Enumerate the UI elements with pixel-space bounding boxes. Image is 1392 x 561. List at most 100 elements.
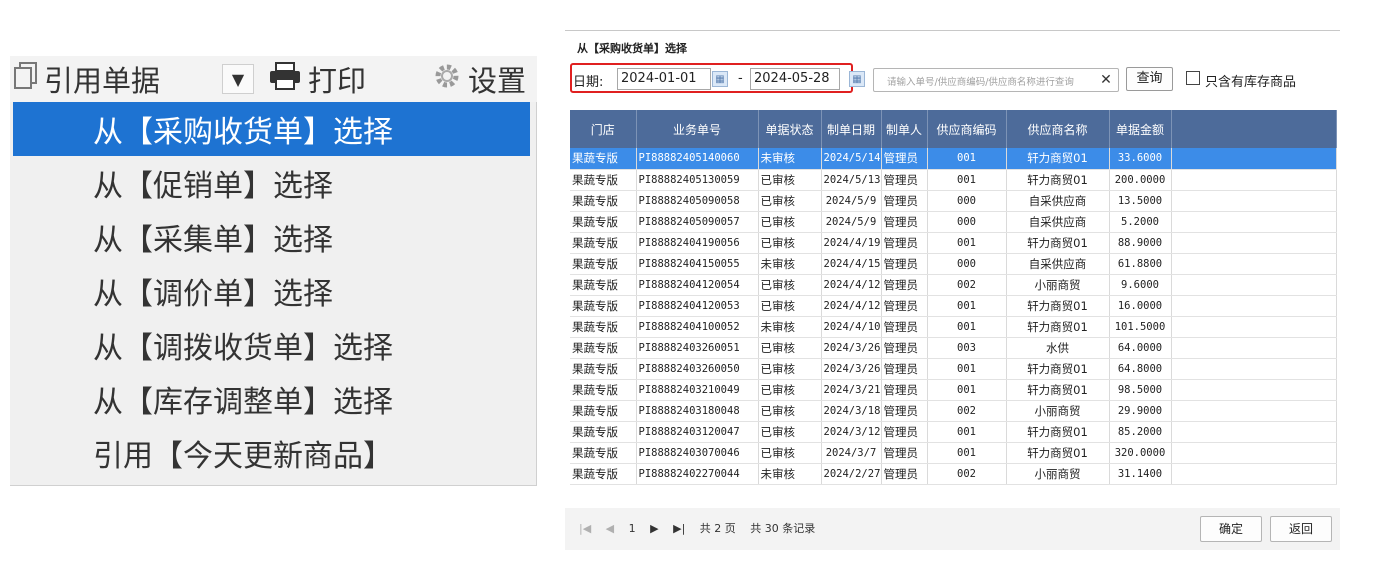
menu-item-transfer-receipt[interactable]: 从【调拨收货单】选择 — [13, 318, 530, 372]
cell-store: 果蔬专版 — [570, 253, 637, 275]
cell-document-no: PI88882404100052 — [636, 316, 759, 338]
cell-amount: 101.5000 — [1109, 316, 1172, 338]
cell-store: 果蔬专版 — [570, 190, 637, 212]
first-page-icon[interactable]: |◀ — [579, 522, 591, 535]
cell-supplier-code: 000 — [927, 253, 1007, 275]
cell-supplier-code: 003 — [927, 337, 1007, 359]
print-button[interactable]: 打印 — [268, 56, 366, 102]
column-header[interactable]: 单据金额 — [1109, 110, 1172, 148]
cell-store: 果蔬专版 — [570, 295, 637, 317]
table-row[interactable]: 果蔬专版 PI88882402270044 未审核 2024/2/27 管理员 002 小丽… — [570, 463, 1337, 485]
column-header[interactable]: 门店 — [570, 110, 637, 148]
cell-supplier-name: 自采供应商 — [1006, 190, 1110, 212]
cell-store: 果蔬专版 — [570, 316, 637, 338]
cell-supplier-code: 001 — [927, 295, 1007, 317]
cell-date: 2024/4/12 — [821, 274, 882, 296]
cell-status: 已审核 — [758, 190, 822, 212]
cell-creator: 管理员 — [881, 421, 928, 443]
previous-page-icon[interactable]: ◀ — [606, 522, 614, 535]
cell-document-no: PI88882404190056 — [636, 232, 759, 254]
cell-status: 未审核 — [758, 253, 822, 275]
menu-item-promotion[interactable]: 从【促销单】选择 — [13, 156, 530, 210]
cell-supplier-code: 001 — [927, 442, 1007, 464]
cell-date: 2024/3/21 — [821, 379, 882, 401]
table-row[interactable]: 果蔬专版 PI88882404120054 已审核 2024/4/12 管理员 002 小丽… — [570, 274, 1337, 296]
table-row[interactable]: 果蔬专版 PI88882404120053 已审核 2024/4/12 管理员 001 轩力… — [570, 295, 1337, 317]
cell-store: 果蔬专版 — [570, 169, 637, 191]
print-label: 打印 — [308, 64, 367, 98]
column-header[interactable]: 业务单号 — [636, 110, 759, 148]
cell-supplier-name: 小丽商贸 — [1006, 274, 1110, 296]
column-header[interactable]: 供应商名称 — [1006, 110, 1110, 148]
table-row[interactable]: 果蔬专版 PI88882403260050 已审核 2024/3/26 管理员 001 轩力… — [570, 358, 1337, 380]
cell-supplier-name: 小丽商贸 — [1006, 400, 1110, 422]
cell-status: 已审核 — [758, 337, 822, 359]
column-header[interactable]: 单据状态 — [758, 110, 822, 148]
calendar-icon[interactable]: ▦ — [849, 71, 865, 87]
column-header[interactable]: 供应商编码 — [927, 110, 1007, 148]
table-row[interactable]: 果蔬专版 PI88882404150055 未审核 2024/4/15 管理员 000 自采… — [570, 253, 1337, 275]
column-header[interactable]: 制单日期 — [821, 110, 882, 148]
table-row[interactable]: 果蔬专版 PI88882403210049 已审核 2024/3/21 管理员 001 轩力… — [570, 379, 1337, 401]
quote-dropdown-arrow[interactable]: ▼ — [222, 64, 254, 94]
table-row[interactable]: 果蔬专版 PI88882404190056 已审核 2024/4/19 管理员 001 轩力… — [570, 232, 1337, 254]
cell-status: 已审核 — [758, 211, 822, 233]
menu-item-price-adjustment[interactable]: 从【调价单】选择 — [13, 264, 530, 318]
cell-document-no: PI88882403260051 — [636, 337, 759, 359]
back-button[interactable]: 返回 — [1270, 516, 1332, 542]
cell-amount: 64.8000 — [1109, 358, 1172, 380]
stock-only-checkbox[interactable] — [1186, 71, 1200, 85]
cell-supplier-code: 001 — [927, 421, 1007, 443]
date-from-input[interactable]: 2024-01-01 — [617, 68, 711, 90]
table-row[interactable]: 果蔬专版 PI88882405130059 已审核 2024/5/13 管理员 001 轩力… — [570, 169, 1337, 191]
total-pages-text: 共 2 页 — [699, 522, 736, 535]
quote-menu-panel: 引用单据 ▼ 打印 设置 从【采购收货单】选择 从【促销单】选择 从【采集单】选… — [10, 56, 537, 486]
settings-button[interactable]: 设置 — [432, 56, 526, 102]
quote-document-button[interactable]: 引用单据 — [14, 56, 160, 102]
table-row[interactable]: 果蔬专版 PI88882405090057 已审核 2024/5/9 管理员 000 自采供… — [570, 211, 1337, 233]
table-row[interactable]: 果蔬专版 PI88882403120047 已审核 2024/3/12 管理员 001 轩力… — [570, 421, 1337, 443]
cell-creator: 管理员 — [881, 400, 928, 422]
cell-supplier-name: 轩力商贸01 — [1006, 421, 1110, 443]
cell-amount: 31.1400 — [1109, 463, 1172, 485]
table-row[interactable]: 果蔬专版 PI88882404100052 未审核 2024/4/10 管理员 001 轩力… — [570, 316, 1337, 338]
menu-item-collection[interactable]: 从【采集单】选择 — [13, 210, 530, 264]
table-row[interactable]: 果蔬专版 PI88882405140060 未审核 2024/5/14 管理员 001 轩力… — [570, 148, 1337, 170]
cell-amount: 13.5000 — [1109, 190, 1172, 212]
cell-amount: 98.5000 — [1109, 379, 1172, 401]
cell-creator: 管理员 — [881, 358, 928, 380]
calendar-icon[interactable]: ▦ — [712, 71, 728, 87]
table-row[interactable]: 果蔬专版 PI88882403070046 已审核 2024/3/7 管理员 001 轩力商… — [570, 442, 1337, 464]
cell-amount: 85.2000 — [1109, 421, 1172, 443]
menu-item-today-updated-products[interactable]: 引用【今天更新商品】 — [13, 426, 530, 480]
cell-date: 2024/3/18 — [821, 400, 882, 422]
cell-creator: 管理员 — [881, 148, 928, 170]
cell-amount: 16.0000 — [1109, 295, 1172, 317]
cell-supplier-name: 轩力商贸01 — [1006, 232, 1110, 254]
date-to-input[interactable]: 2024-05-28 — [750, 68, 840, 90]
date-label: 日期: — [573, 75, 604, 90]
clear-icon[interactable]: ✕ — [1096, 68, 1116, 92]
cell-status: 已审核 — [758, 169, 822, 191]
cell-filler — [1171, 379, 1337, 401]
cell-amount: 320.0000 — [1109, 442, 1172, 464]
next-page-icon[interactable]: ▶ — [650, 522, 658, 535]
cell-status: 已审核 — [758, 232, 822, 254]
cell-supplier-code: 002 — [927, 463, 1007, 485]
cell-date: 2024/5/9 — [821, 190, 882, 212]
menu-item-stock-adjustment[interactable]: 从【库存调整单】选择 — [13, 372, 530, 426]
query-button[interactable]: 查询 — [1126, 67, 1173, 91]
confirm-button[interactable]: 确定 — [1200, 516, 1262, 542]
table-row[interactable]: 果蔬专版 PI88882403180048 已审核 2024/3/18 管理员 002 小丽… — [570, 400, 1337, 422]
last-page-icon[interactable]: ▶| — [673, 522, 685, 535]
column-header[interactable]: 制单人 — [881, 110, 928, 148]
date-separator: - — [738, 71, 743, 86]
table-row[interactable]: 果蔬专版 PI88882405090058 已审核 2024/5/9 管理员 000 自采供… — [570, 190, 1337, 212]
table-row[interactable]: 果蔬专版 PI88882403260051 已审核 2024/3/26 管理员 003 水供… — [570, 337, 1337, 359]
cell-store: 果蔬专版 — [570, 148, 637, 170]
cell-filler — [1171, 442, 1337, 464]
cell-store: 果蔬专版 — [570, 358, 637, 380]
menu-item-purchase-receipt[interactable]: 从【采购收货单】选择 — [13, 102, 530, 156]
cell-supplier-code: 001 — [927, 169, 1007, 191]
search-input[interactable]: 请输入单号/供应商编码/供应商名称进行查询 — [873, 68, 1119, 92]
